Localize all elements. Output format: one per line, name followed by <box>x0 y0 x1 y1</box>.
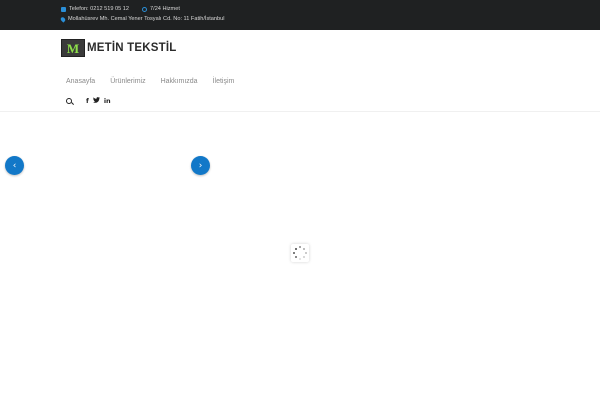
site-logo[interactable]: M METİN TEKSTİL <box>61 39 177 57</box>
phone-info[interactable]: Telefon: 0212 519 05 12 <box>61 6 129 12</box>
twitter-icon[interactable] <box>92 97 100 105</box>
spinner-dot <box>299 246 301 248</box>
spinner-dot <box>293 252 295 254</box>
nav-item-hakkimizda[interactable]: Hakkımızda <box>161 78 198 85</box>
spinner-dot <box>295 248 297 250</box>
nav-item-anasayfa[interactable]: Anasayfa <box>66 78 95 85</box>
logo-mark: M <box>61 39 85 57</box>
clock-icon <box>142 6 148 12</box>
spinner-dot <box>303 248 305 250</box>
linkedin-icon[interactable]: in <box>104 97 111 105</box>
map-pin-icon <box>59 15 67 23</box>
phone-icon <box>61 6 66 12</box>
top-info-row-2: Mollahüsrev Mh. Cemal Yener Tosyalı Cd. … <box>59 15 238 23</box>
chevron-left-icon: ‹ <box>12 160 17 171</box>
search-icon[interactable] <box>66 97 73 105</box>
main-nav: Anasayfa Ürünlerimiz Hakkımızda İletişim <box>66 78 249 85</box>
top-info-bar: Telefon: 0212 519 05 12 7/24 Hizmet Moll… <box>0 0 600 30</box>
logo-text: METİN TEKSTİL <box>87 42 177 54</box>
nav-item-urunlerimiz[interactable]: Ürünlerimiz <box>110 78 145 85</box>
logo-mark-letter: M <box>66 40 80 56</box>
spinner-dot <box>295 256 297 258</box>
loading-spinner-icon <box>291 244 309 262</box>
spinner-dot <box>303 256 305 258</box>
slider-prev-button[interactable]: ‹ <box>5 156 24 175</box>
hours-info: 7/24 Hizmet <box>142 6 180 12</box>
phone-text: Telefon: 0212 519 05 12 <box>69 6 130 12</box>
address-info: Mollahüsrev Mh. Cemal Yener Tosyalı Cd. … <box>59 15 225 23</box>
hours-text: 7/24 Hizmet <box>150 6 180 12</box>
top-info-row-1: Telefon: 0212 519 05 12 7/24 Hizmet <box>61 6 193 12</box>
spinner-dot <box>305 252 307 254</box>
chevron-right-icon: › <box>198 160 203 171</box>
spinner-dot <box>299 258 301 260</box>
facebook-icon[interactable]: f <box>86 97 89 105</box>
nav-item-iletisim[interactable]: İletişim <box>213 78 235 85</box>
address-text: Mollahüsrev Mh. Cemal Yener Tosyalı Cd. … <box>68 16 225 22</box>
header-divider <box>0 111 600 112</box>
slider-next-button[interactable]: › <box>191 156 210 175</box>
header-icons-row: f in <box>66 97 115 105</box>
